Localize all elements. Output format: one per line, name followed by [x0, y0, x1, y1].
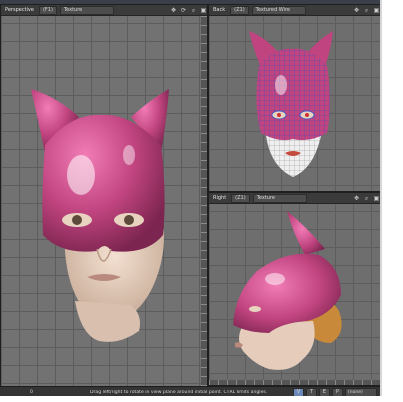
move-view-icon[interactable]: ✥	[170, 7, 177, 14]
view-select[interactable]: (none)	[345, 387, 377, 396]
viewport-right[interactable]: Right (Z1) Texture ✥ ⌕ ▣	[208, 192, 380, 386]
mode-button-v[interactable]: V	[293, 387, 304, 396]
status-bar: 0 Drag left/right to rotate in view plan…	[0, 386, 380, 396]
zoom-view-icon[interactable]: ⌕	[363, 195, 370, 202]
maximize-view-icon[interactable]: ▣	[373, 7, 380, 14]
viewport-slot-select[interactable]: (Z1)	[231, 193, 250, 203]
viewport-perspective[interactable]: Perspective (F1) Texture ✥ ⟳ ⌕ ▣	[0, 4, 208, 388]
modeler-window: Perspective (F1) Texture ✥ ⟳ ⌕ ▣ Back (Z…	[0, 0, 380, 396]
zoom-view-icon[interactable]: ⌕	[363, 7, 370, 14]
mode-button-e[interactable]: E	[319, 387, 330, 396]
shading-select[interactable]: Textured Wire	[251, 5, 306, 15]
viewport-name[interactable]: Perspective	[3, 7, 36, 13]
maximize-view-icon[interactable]: ▣	[200, 7, 207, 14]
position-readout: 0	[30, 389, 33, 395]
mode-buttons: V T E P (none)	[293, 387, 380, 396]
page-divider	[380, 0, 382, 396]
viewport-slot-select[interactable]: (Z1)	[230, 5, 249, 15]
perspective-vertical-ruler	[201, 16, 207, 387]
mask-side-render	[233, 211, 342, 370]
viewport-header: Perspective (F1) Texture ✥ ⟳ ⌕ ▣	[1, 5, 207, 16]
viewport-back[interactable]: Back (Z1) Textured Wire ✥ ⌕ ▣	[208, 4, 380, 192]
move-view-icon[interactable]: ✥	[353, 7, 360, 14]
mask-wireframe-back	[249, 31, 333, 177]
status-message: Drag left/right to rotate in view plane …	[90, 389, 268, 395]
zoom-view-icon[interactable]: ⌕	[190, 7, 197, 14]
maximize-view-icon[interactable]: ▣	[373, 195, 380, 202]
mode-button-p[interactable]: P	[332, 387, 343, 396]
viewport-slot-select[interactable]: (F1)	[38, 5, 57, 15]
shading-select[interactable]: Texture	[59, 5, 114, 15]
viewport-header: Right (Z1) Texture ✥ ⌕ ▣	[209, 193, 380, 204]
shading-select[interactable]: Texture	[252, 193, 307, 203]
right-horizontal-ruler	[209, 380, 380, 385]
mode-button-t[interactable]: T	[306, 387, 317, 396]
rotate-view-icon[interactable]: ⟳	[180, 7, 187, 14]
viewport-name[interactable]: Back	[211, 7, 227, 13]
viewport-header: Back (Z1) Textured Wire ✥ ⌕ ▣	[209, 5, 380, 16]
viewport-name[interactable]: Right	[211, 195, 228, 201]
mask-front-render	[31, 89, 169, 342]
move-view-icon[interactable]: ✥	[353, 195, 360, 202]
